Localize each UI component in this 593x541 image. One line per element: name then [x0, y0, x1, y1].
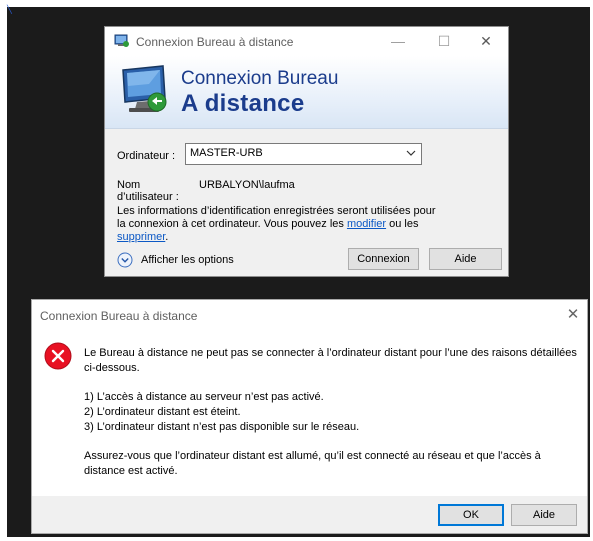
banner-title-line1: Connexion Bureau	[181, 68, 339, 89]
error-reason-2: 2) L’ordinateur distant est éteint.	[84, 405, 241, 418]
rdp-window-title: Connexion Bureau à distance	[136, 35, 294, 49]
computer-combobox[interactable]: MASTER-URB	[185, 143, 422, 165]
chevron-down-circle-icon[interactable]	[117, 252, 133, 268]
error-reason-1: 1) L’accès à distance au serveur n’est p…	[84, 391, 324, 404]
credentials-info-text: Les informations d’identification enregi…	[117, 205, 437, 244]
delete-credentials-link[interactable]: supprimer	[117, 231, 165, 243]
close-button[interactable]: ✕	[463, 27, 509, 56]
modify-credentials-link[interactable]: modifier	[347, 218, 386, 230]
computer-value: MASTER-URB	[190, 147, 263, 159]
rdp-app-icon	[114, 34, 129, 47]
rdp-banner: Connexion Bureau A distance	[105, 56, 508, 129]
error-icon	[44, 342, 72, 370]
maximize-button[interactable]: ☐	[421, 27, 467, 56]
error-dialog-title: Connexion Bureau à distance	[40, 309, 198, 323]
ok-button[interactable]: OK	[438, 504, 504, 526]
info-text-part2: ou les	[386, 218, 419, 230]
info-text-part3: .	[165, 231, 169, 243]
desktop-background: ╲ Connexion Bureau à distance — ☐ ✕ Conn…	[7, 5, 590, 537]
error-reason-3: 3) L’ordinateur distant n’est pas dispon…	[84, 420, 360, 433]
connect-button[interactable]: Connexion	[348, 248, 419, 270]
error-dialog: Connexion Bureau à distance ✕ Le Bureau …	[31, 299, 588, 534]
error-paragraph-2: Assurez-vous que l’ordinateur distant es…	[84, 449, 541, 477]
error-close-button[interactable]: ✕	[560, 302, 586, 328]
rdp-window: Connexion Bureau à distance — ☐ ✕ Connex…	[104, 26, 509, 277]
error-reasons-list: 1) L’accès à distance au serveur n’est p…	[84, 390, 578, 434]
chevron-down-icon[interactable]	[405, 146, 417, 160]
username-value: URBALYON\laufma	[199, 179, 295, 191]
error-paragraph-1: Le Bureau à distance ne peut pas se conn…	[84, 347, 577, 374]
show-options-label[interactable]: Afficher les options	[141, 254, 234, 266]
rdp-monitor-icon	[122, 65, 167, 112]
banner-title-line2: A distance	[181, 90, 305, 117]
corner-mark-icon: ╲	[7, 5, 12, 14]
computer-label: Ordinateur :	[117, 150, 176, 162]
rdp-titlebar[interactable]: Connexion Bureau à distance — ☐ ✕	[105, 27, 508, 56]
error-help-button[interactable]: Aide	[511, 504, 577, 526]
username-label: Nom d’utilisateur :	[117, 179, 179, 203]
help-button[interactable]: Aide	[429, 248, 502, 270]
minimize-button[interactable]: —	[375, 27, 421, 56]
error-message: Le Bureau à distance ne peut pas se conn…	[84, 346, 578, 493]
